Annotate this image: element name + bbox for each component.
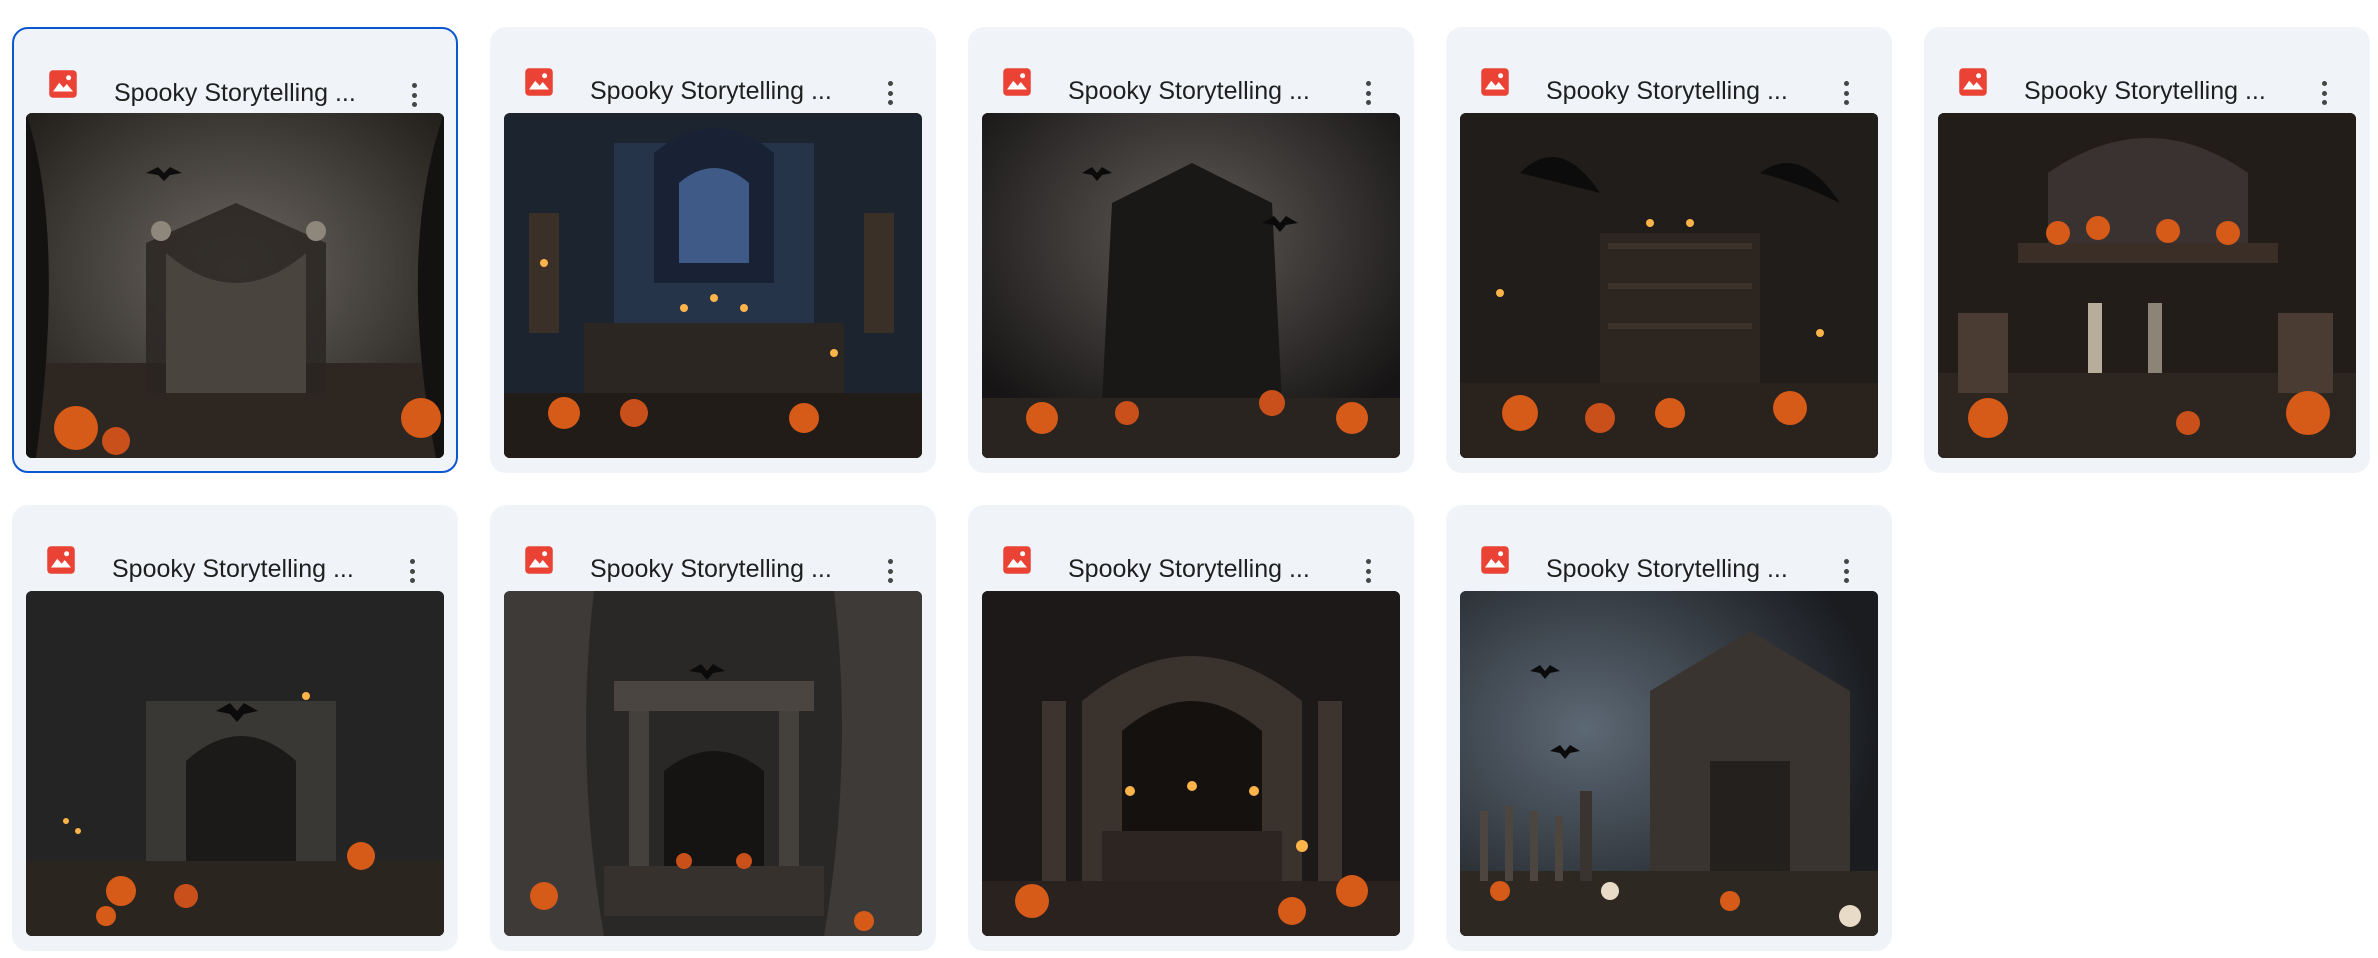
thumbnail-scene [504,591,922,936]
file-name: Spooky Storytelling ... [590,557,832,582]
file-grid: Spooky Storytelling ... Spooky Storytell… [0,0,2378,958]
image-thumbnail[interactable] [504,591,922,936]
image-thumbnail[interactable] [504,113,922,458]
file-card[interactable]: Spooky Storytelling ... [490,505,936,951]
card-header: Spooky Storytelling ... [490,27,936,113]
card-header: Spooky Storytelling ... [1924,27,2370,113]
image-file-icon [47,546,75,574]
file-name: Spooky Storytelling ... [1068,79,1310,104]
image-thumbnail[interactable] [1460,591,1878,936]
more-vert-icon[interactable] [400,81,428,109]
file-name: Spooky Storytelling ... [1546,557,1788,582]
card-header: Spooky Storytelling ... [12,505,458,591]
more-vert-icon[interactable] [1832,557,1860,585]
image-file-icon [1003,546,1031,574]
file-name: Spooky Storytelling ... [2024,79,2266,104]
image-thumbnail[interactable] [1460,113,1878,458]
thumbnail-scene [26,591,444,936]
image-file-icon [1003,68,1031,96]
file-card[interactable]: Spooky Storytelling ... [968,27,1414,473]
file-name: Spooky Storytelling ... [112,557,354,582]
thumbnail-scene [1460,591,1878,936]
file-card[interactable]: Spooky Storytelling ... [1924,27,2370,473]
file-card[interactable]: Spooky Storytelling ... [1446,505,1892,951]
more-vert-icon[interactable] [2310,79,2338,107]
image-file-icon [1481,546,1509,574]
file-card[interactable]: Spooky Storytelling ... [490,27,936,473]
more-vert-icon[interactable] [1354,557,1382,585]
more-vert-icon[interactable] [876,79,904,107]
card-header: Spooky Storytelling ... [490,505,936,591]
image-thumbnail[interactable] [26,113,444,458]
image-file-icon [525,68,553,96]
thumbnail-scene [504,113,922,458]
more-vert-icon[interactable] [1354,79,1382,107]
thumbnail-scene [982,113,1400,458]
file-name: Spooky Storytelling ... [1068,557,1310,582]
thumbnail-scene [1938,113,2356,458]
image-thumbnail[interactable] [1938,113,2356,458]
file-card[interactable]: Spooky Storytelling ... [12,27,458,473]
more-vert-icon[interactable] [1832,79,1860,107]
card-header: Spooky Storytelling ... [1446,27,1892,113]
card-header: Spooky Storytelling ... [968,27,1414,113]
image-thumbnail[interactable] [982,113,1400,458]
image-file-icon [49,70,77,98]
image-file-icon [525,546,553,574]
file-card[interactable]: Spooky Storytelling ... [12,505,458,951]
image-thumbnail[interactable] [982,591,1400,936]
thumbnail-scene [26,113,444,458]
card-header: Spooky Storytelling ... [1446,505,1892,591]
thumbnail-scene [1460,113,1878,458]
file-name: Spooky Storytelling ... [590,79,832,104]
more-vert-icon[interactable] [398,557,426,585]
file-name: Spooky Storytelling ... [1546,79,1788,104]
card-header: Spooky Storytelling ... [14,29,456,115]
thumbnail-scene [982,591,1400,936]
file-card[interactable]: Spooky Storytelling ... [1446,27,1892,473]
more-vert-icon[interactable] [876,557,904,585]
image-file-icon [1481,68,1509,96]
file-name: Spooky Storytelling ... [114,81,356,106]
image-thumbnail[interactable] [26,591,444,936]
card-header: Spooky Storytelling ... [968,505,1414,591]
file-card[interactable]: Spooky Storytelling ... [968,505,1414,951]
image-file-icon [1959,68,1987,96]
